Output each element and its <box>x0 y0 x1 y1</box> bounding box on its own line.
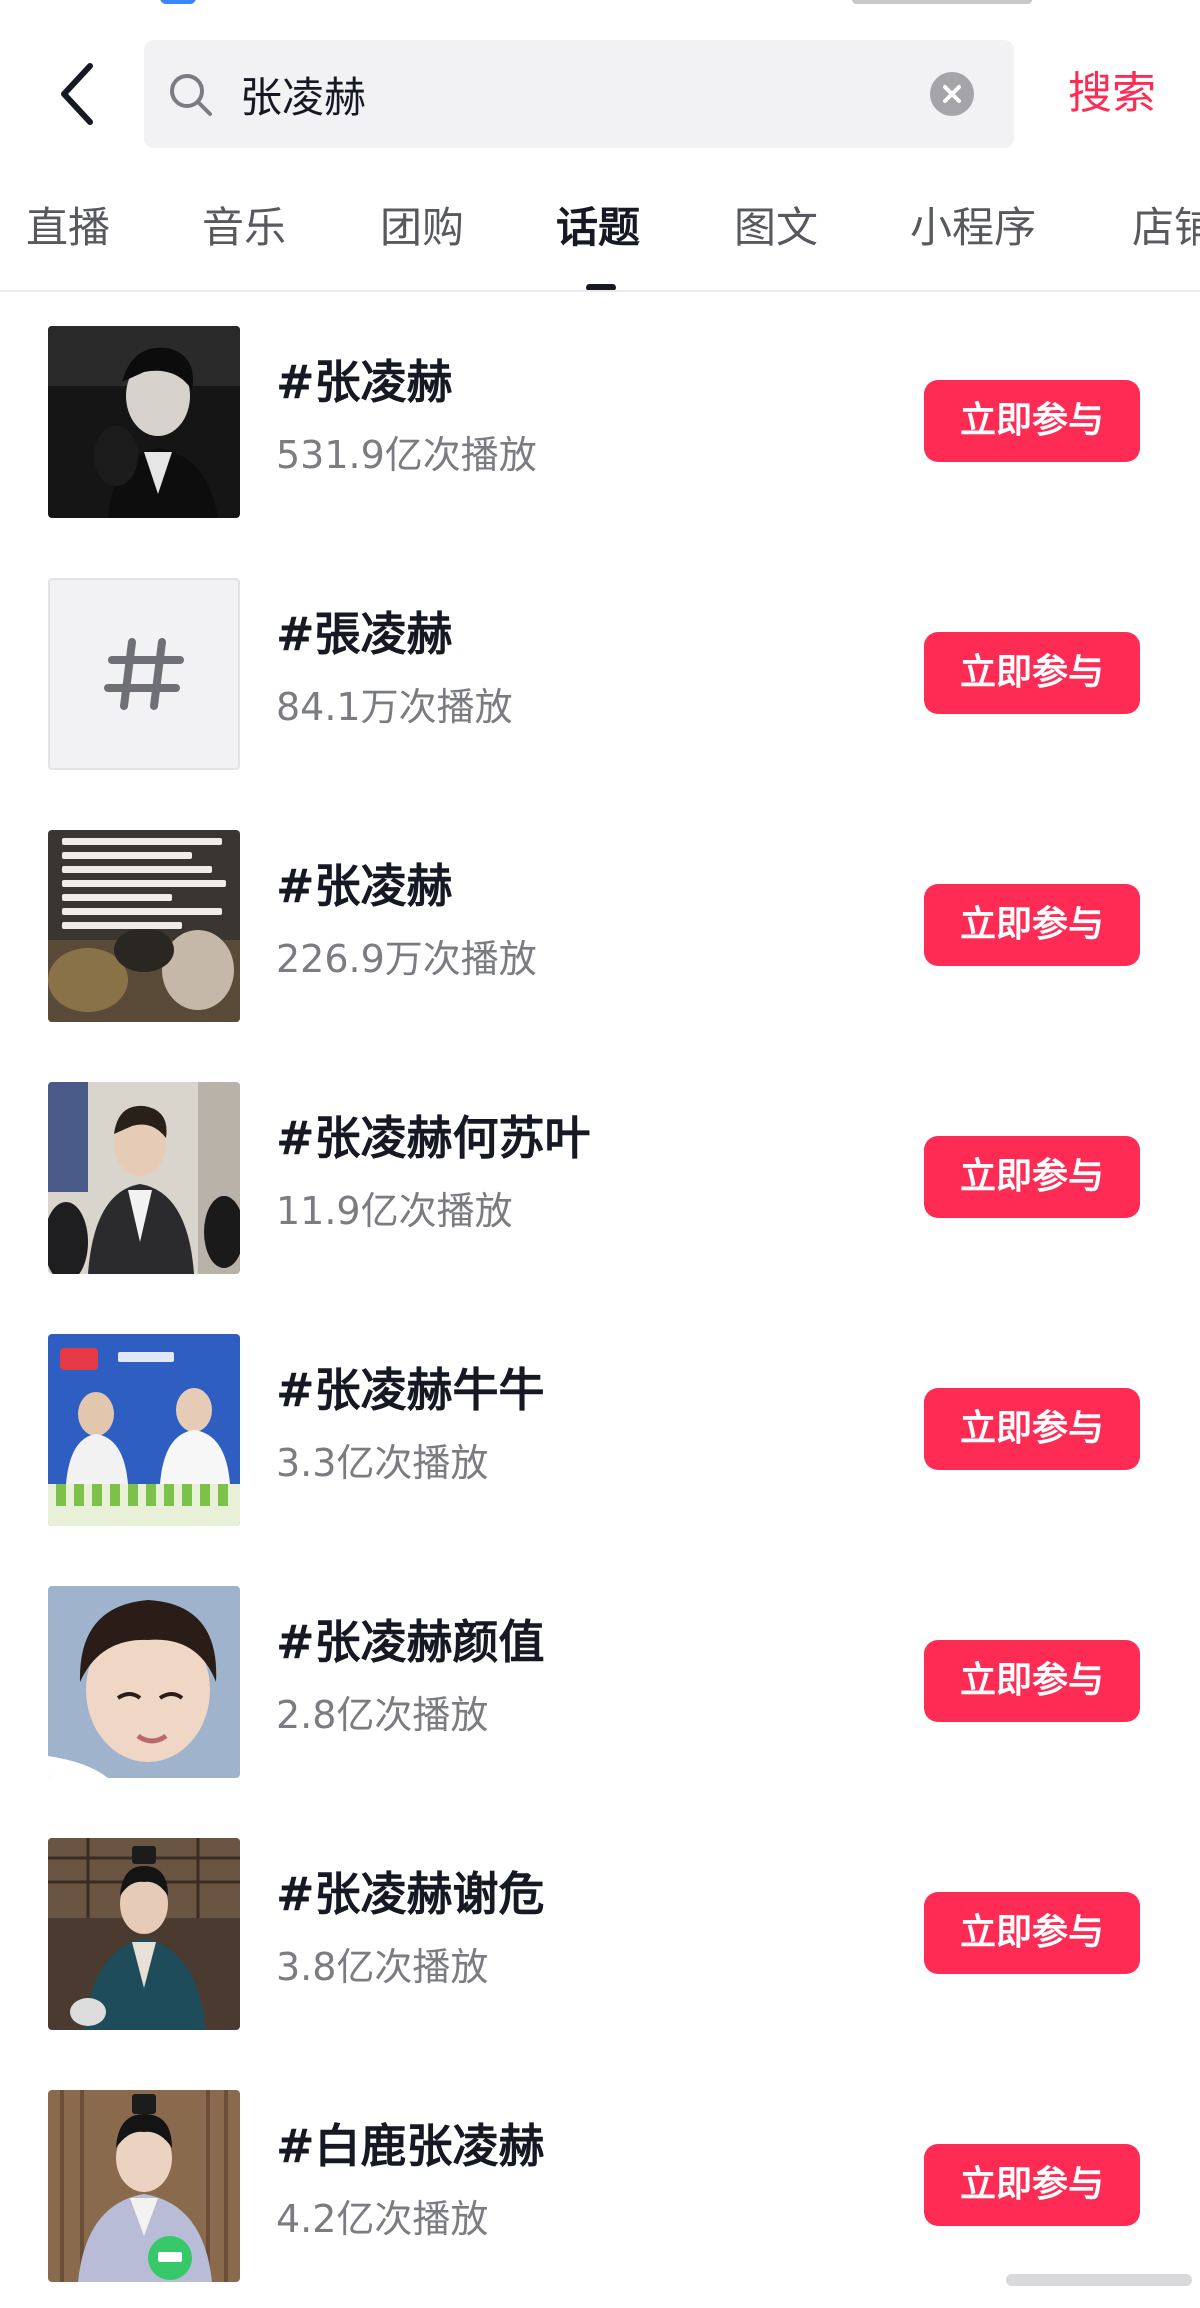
join-topic-button[interactable]: 立即参与 <box>924 380 1140 462</box>
topic-thumbnail[interactable] <box>48 830 240 1022</box>
join-topic-button[interactable]: 立即参与 <box>924 1892 1140 1974</box>
topic-name[interactable]: #张凌赫谢危 <box>276 1858 545 1924</box>
hashtag-icon <box>104 638 184 710</box>
search-bar: 搜索 <box>0 40 1200 148</box>
topic-thumbnail[interactable] <box>48 1082 240 1274</box>
clear-search-button[interactable] <box>930 72 974 116</box>
topic-thumbnail[interactable] <box>48 578 240 770</box>
topic-row[interactable]: #張凌赫 84.1万次播放 立即参与 <box>0 546 1200 798</box>
join-topic-button[interactable]: 立即参与 <box>924 1136 1140 1218</box>
topic-name[interactable]: #张凌赫 <box>276 346 453 412</box>
active-tab-indicator <box>586 284 616 290</box>
topic-row[interactable]: #张凌赫 226.9万次播放 立即参与 <box>0 798 1200 1050</box>
topic-name[interactable]: #张凌赫颜值 <box>276 1606 545 1672</box>
status-bar <box>0 0 1200 14</box>
topic-play-count: 11.9亿次播放 <box>276 1189 513 1233</box>
join-topic-button[interactable]: 立即参与 <box>924 1388 1140 1470</box>
topic-thumbnail[interactable] <box>48 1586 240 1778</box>
home-indicator <box>1006 2274 1192 2286</box>
search-input[interactable] <box>240 40 920 148</box>
topic-thumbnail[interactable] <box>48 2090 240 2282</box>
topic-play-count: 3.8亿次播放 <box>276 1945 489 1989</box>
join-topic-button[interactable]: 立即参与 <box>924 2144 1140 2226</box>
topic-thumbnail[interactable] <box>48 1334 240 1526</box>
topic-row[interactable]: #张凌赫牛牛 3.3亿次播放 立即参与 <box>0 1302 1200 1554</box>
status-signal-icon <box>852 0 1032 4</box>
tab-music[interactable]: 音乐 <box>202 188 286 268</box>
topic-thumbnail[interactable] <box>48 1838 240 2030</box>
topic-play-count: 2.8亿次播放 <box>276 1693 489 1737</box>
category-tabs: 直播 音乐 团购 话题 图文 小程序 店铺 <box>0 188 1200 292</box>
topic-play-count: 84.1万次播放 <box>276 685 513 729</box>
topic-row[interactable]: #张凌赫谢危 3.8亿次播放 立即参与 <box>0 1806 1200 2058</box>
tab-topics[interactable]: 话题 <box>556 188 640 268</box>
status-notification-icon <box>160 0 196 4</box>
topic-name[interactable]: #张凌赫何苏叶 <box>276 1102 591 1168</box>
search-icon <box>170 74 212 116</box>
back-button[interactable] <box>52 60 108 128</box>
topic-play-count: 4.2亿次播放 <box>276 2197 489 2241</box>
close-icon <box>943 85 961 103</box>
topic-play-count: 226.9万次播放 <box>276 937 537 981</box>
topic-row[interactable]: #白鹿张凌赫 4.2亿次播放 立即参与 <box>0 2058 1200 2308</box>
topic-row[interactable]: #张凌赫何苏叶 11.9亿次播放 立即参与 <box>0 1050 1200 1302</box>
tab-group-buy[interactable]: 团购 <box>380 188 464 268</box>
topic-row[interactable]: #张凌赫颜值 2.8亿次播放 立即参与 <box>0 1554 1200 1806</box>
search-submit-button[interactable]: 搜索 <box>1042 40 1182 148</box>
topic-name[interactable]: #张凌赫 <box>276 850 453 916</box>
topic-row[interactable]: #张凌赫 531.9亿次播放 立即参与 <box>0 294 1200 546</box>
join-topic-button[interactable]: 立即参与 <box>924 632 1140 714</box>
tab-shops[interactable]: 店铺 <box>1132 188 1200 268</box>
topic-name[interactable]: #張凌赫 <box>276 598 453 664</box>
join-topic-button[interactable]: 立即参与 <box>924 1640 1140 1722</box>
search-box[interactable] <box>144 40 1014 148</box>
topic-name[interactable]: #张凌赫牛牛 <box>276 1354 545 1420</box>
topic-play-count: 3.3亿次播放 <box>276 1441 489 1485</box>
topic-play-count: 531.9亿次播放 <box>276 433 537 477</box>
tab-image-text[interactable]: 图文 <box>734 188 818 268</box>
tab-live[interactable]: 直播 <box>26 188 110 268</box>
chevron-left-icon <box>61 63 93 125</box>
topic-thumbnail[interactable] <box>48 326 240 518</box>
join-topic-button[interactable]: 立即参与 <box>924 884 1140 966</box>
topic-name[interactable]: #白鹿张凌赫 <box>276 2110 545 2176</box>
tab-mini-programs[interactable]: 小程序 <box>910 188 1036 268</box>
